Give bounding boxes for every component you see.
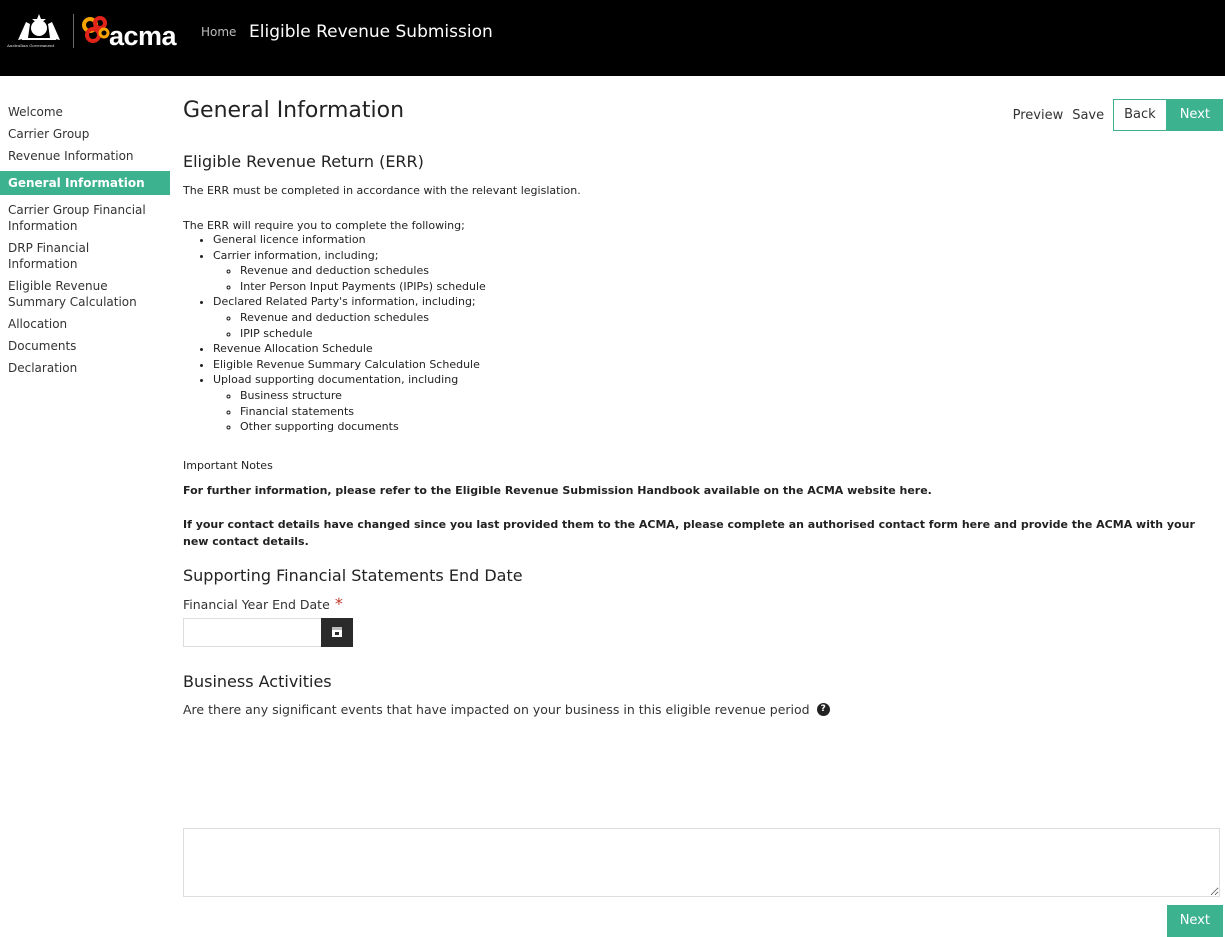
sidebar-item-general-information[interactable]: General Information <box>0 171 170 195</box>
financial-year-end-date-input[interactable] <box>183 617 321 647</box>
back-button[interactable]: Back <box>1113 99 1167 131</box>
handbook-note: For further information, please refer to… <box>183 483 932 497</box>
sub-list-item: Business structure <box>240 388 1219 404</box>
list-item-text: Declared Related Party's information, in… <box>213 295 476 309</box>
list-item: Eligible Revenue Summary Calculation Sch… <box>213 357 1219 373</box>
next-button[interactable]: Next <box>1166 99 1223 131</box>
sidebar-item-allocation[interactable]: Allocation <box>0 313 170 335</box>
list-item-text: General licence information <box>213 233 366 246</box>
sidebar-item-welcome[interactable]: Welcome <box>0 101 170 123</box>
list-item-text: Eligible Revenue Summary Calculation Sch… <box>213 357 480 371</box>
sub-list-item: Revenue and deduction schedules <box>240 263 1219 279</box>
err-intro: The ERR must be completed in accordance … <box>183 184 581 197</box>
calendar-icon <box>332 626 342 637</box>
page-actions: Preview Save Back Next <box>1013 99 1223 131</box>
list-item: Revenue Allocation Schedule <box>213 341 1219 357</box>
page-title: General Information <box>183 98 405 123</box>
list-item-text: Carrier information, including; <box>213 248 379 262</box>
sidebar-item-declaration[interactable]: Declaration <box>0 357 170 379</box>
sidebar-item-carrier-group[interactable]: Carrier Group <box>0 123 170 145</box>
sidebar-item-carrier-group-financial-information[interactable]: Carrier Group Financial Information <box>0 199 170 237</box>
home-link[interactable]: Home <box>201 25 236 39</box>
required-marker: * <box>334 593 343 613</box>
sub-list-item: Revenue and deduction schedules <box>240 310 1219 326</box>
sub-list-item: Other supporting documents <box>240 419 1219 435</box>
calendar-button[interactable] <box>321 617 353 647</box>
sub-list-item: Inter Person Input Payments (IPIPs) sche… <box>240 279 1219 295</box>
top-header: Australian Government acma Home Eligible… <box>0 0 1225 76</box>
help-icon[interactable]: ? <box>816 702 830 716</box>
list-item: Carrier information, including; Revenue … <box>213 248 1219 295</box>
statements-heading: Supporting Financial Statements End Date <box>183 565 523 585</box>
sidebar-nav: Welcome Carrier Group Revenue Informatio… <box>0 101 170 379</box>
bottom-next-button[interactable]: Next <box>1166 905 1223 937</box>
save-button[interactable]: Save <box>1072 108 1104 123</box>
question-row: Are there any significant events that ha… <box>183 699 1219 718</box>
significant-events-question: Are there any significant events that ha… <box>183 701 810 717</box>
app-title: Eligible Revenue Submission <box>249 22 493 42</box>
logo-divider <box>73 14 74 48</box>
business-activities-heading: Business Activities <box>183 671 332 691</box>
crest-caption: Australian Government <box>7 43 55 48</box>
acma-logo-text: acma <box>109 21 177 51</box>
sidebar-item-drp-financial-information[interactable]: DRP Financial Information <box>0 237 170 275</box>
err-list-intro: The ERR will require you to complete the… <box>183 219 465 232</box>
date-label-row: Financial Year End Date * <box>183 594 1219 613</box>
err-requirements-list: General licence information Carrier info… <box>183 232 1219 435</box>
sub-list-item: IPIP schedule <box>240 326 1219 342</box>
important-notes-label: Important Notes <box>183 458 273 472</box>
sidebar-item-revenue-information[interactable]: Revenue Information <box>0 145 170 167</box>
list-item: Upload supporting documentation, includi… <box>213 372 1219 434</box>
sub-list-item: Financial statements <box>240 404 1219 420</box>
err-heading: Eligible Revenue Return (ERR) <box>183 152 424 171</box>
list-item: General licence information <box>213 232 1219 248</box>
contact-details-note: If your contact details have changed sin… <box>183 517 1195 548</box>
sidebar-item-documents[interactable]: Documents <box>0 335 170 357</box>
date-picker <box>183 617 1219 648</box>
main-content: Eligible Revenue Return (ERR) The ERR mu… <box>183 150 1219 718</box>
list-item-text: Upload supporting documentation, includi… <box>213 373 459 387</box>
financial-year-end-date-label: Financial Year End Date <box>183 596 330 612</box>
significant-events-textarea[interactable] <box>183 828 1220 897</box>
sidebar-item-eligible-revenue-summary-calculation[interactable]: Eligible Revenue Summary Calculation <box>0 275 170 313</box>
list-item-text: Revenue Allocation Schedule <box>213 342 373 356</box>
list-item: Declared Related Party's information, in… <box>213 294 1219 341</box>
preview-button[interactable]: Preview <box>1013 108 1064 123</box>
